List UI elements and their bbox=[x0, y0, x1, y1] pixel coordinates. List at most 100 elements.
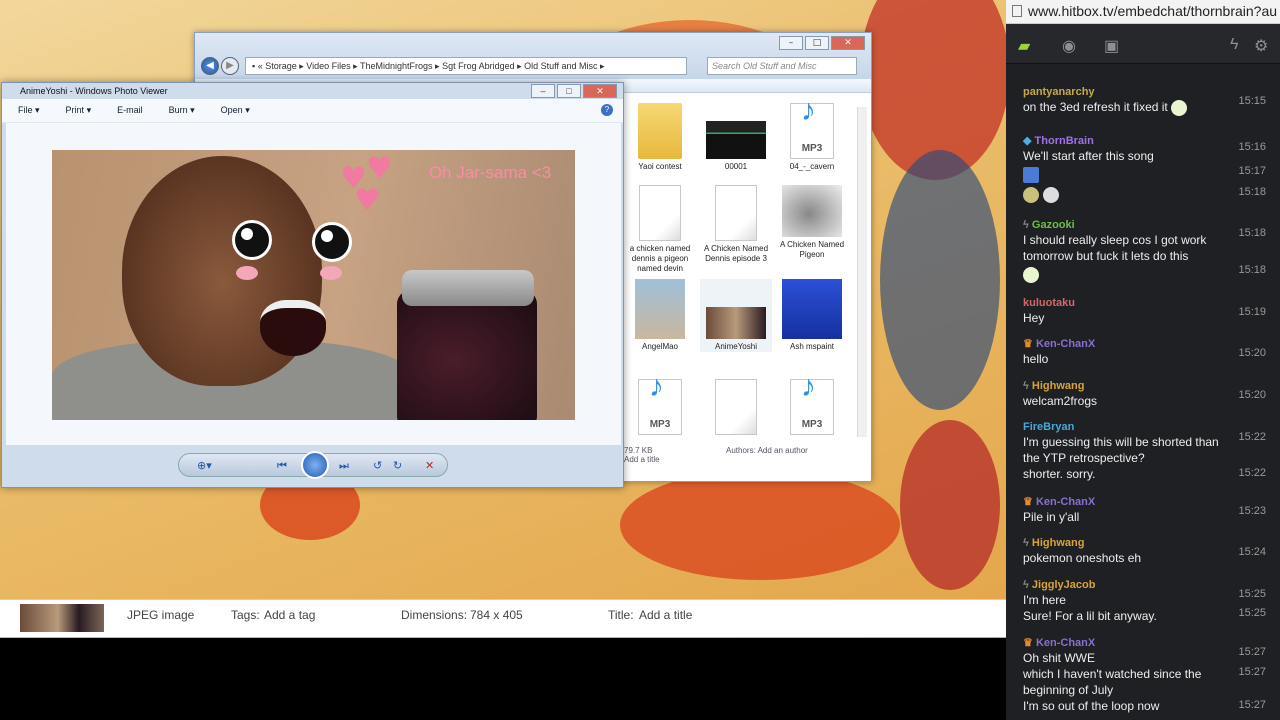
slideshow-button[interactable] bbox=[301, 451, 329, 479]
file-tile[interactable]: A Chicken Named Dennis episode 3 bbox=[700, 185, 772, 264]
title-field[interactable]: Add a title bbox=[639, 608, 692, 622]
mp3-file-icon: ♪ MP3 bbox=[790, 97, 834, 159]
chat-username[interactable]: ♛ Ken-ChanX bbox=[1023, 495, 1273, 509]
gear-icon[interactable]: ⚙ bbox=[1254, 36, 1268, 56]
chat-time: 15:27 bbox=[1238, 699, 1266, 711]
file-title-field[interactable]: Add a title bbox=[624, 455, 660, 464]
chat-time: 15:27 bbox=[1238, 646, 1266, 658]
zoom-icon[interactable]: ⊕▾ bbox=[197, 459, 212, 472]
lightning-icon: ϟ bbox=[1023, 537, 1029, 549]
lightning-icon: ϟ bbox=[1023, 219, 1029, 231]
file-tile[interactable]: Ash mspaint bbox=[776, 279, 848, 352]
lightning-icon: ϟ bbox=[1023, 579, 1029, 591]
breadcrumb-old-stuff[interactable]: Old Stuff and Misc bbox=[524, 61, 597, 71]
chat-text: pokemon oneshots eh bbox=[1023, 551, 1142, 565]
chat-time: 15:19 bbox=[1238, 306, 1266, 318]
minimize-icon[interactable]: – bbox=[779, 36, 803, 50]
menu-email[interactable]: E-mail bbox=[117, 105, 143, 116]
chat-username[interactable]: ♛ Ken-ChanX bbox=[1023, 337, 1273, 351]
tags-field[interactable]: Add a tag bbox=[264, 608, 315, 622]
file-tile[interactable]: Yaoi contest bbox=[624, 103, 696, 172]
file-tile[interactable]: ♪ MP3 bbox=[776, 372, 848, 437]
authors-field[interactable]: Add an author bbox=[758, 446, 808, 455]
close-icon[interactable]: ✕ bbox=[831, 36, 865, 50]
file-tile[interactable]: ♪ MP3 bbox=[624, 372, 696, 437]
menu-burn[interactable]: Burn ▾ bbox=[169, 105, 195, 116]
image-icon[interactable]: ▣ bbox=[1104, 36, 1119, 56]
file-type: JPEG image bbox=[127, 608, 195, 622]
rotate-left-icon[interactable]: ↺ bbox=[373, 459, 382, 472]
chat-username[interactable]: kuluotaku bbox=[1023, 296, 1273, 310]
maximize-icon[interactable]: □ bbox=[805, 36, 829, 50]
file-name: Ash mspaint bbox=[789, 342, 835, 351]
anime-eye-left bbox=[232, 220, 272, 260]
chat-username[interactable]: ϟ Gazooki bbox=[1023, 218, 1273, 232]
chat-message: kuluotaku Hey bbox=[1023, 296, 1273, 326]
help-icon[interactable]: ? bbox=[601, 104, 613, 116]
previous-icon[interactable]: ⏮ bbox=[277, 459, 287, 473]
minimize-icon[interactable]: – bbox=[531, 84, 555, 98]
breadcrumb-sgt-frog-abridged[interactable]: Sgt Frog Abridged bbox=[442, 61, 515, 71]
mp3-file-icon: ♪ MP3 bbox=[638, 372, 682, 435]
url-bar[interactable]: www.hitbox.tv/embedchat/thornbrain?au bbox=[1006, 0, 1280, 24]
image-thumbnail-icon bbox=[706, 307, 766, 339]
file-tile[interactable]: 00001 bbox=[700, 103, 772, 172]
file-tile[interactable] bbox=[700, 379, 772, 437]
file-tile[interactable]: A Chicken Named Pigeon bbox=[776, 185, 848, 260]
breadcrumb-themidnightfrogs[interactable]: TheMidnightFrogs bbox=[360, 61, 433, 71]
chat-username[interactable]: ϟ Highwang bbox=[1023, 379, 1273, 393]
chat-username[interactable]: ◆ ThornBrain bbox=[1023, 134, 1273, 148]
emote-icon bbox=[1023, 166, 1039, 183]
chat-time: 15:22 bbox=[1238, 431, 1266, 443]
image-thumbnail-icon bbox=[706, 121, 766, 159]
file-grid: Yaoi contest 00001 ♪ MP3 04_-_cavern a ch… bbox=[624, 97, 860, 437]
chat-text: Oh shit WWE bbox=[1023, 651, 1096, 665]
file-tile[interactable]: AnimeYoshi bbox=[700, 279, 772, 352]
chat-message: FireBryan I'm guessing this will be shor… bbox=[1023, 420, 1273, 482]
breadcrumb-video-files[interactable]: Video Files bbox=[306, 61, 350, 71]
chat-username[interactable]: ϟ JigglyJacob bbox=[1023, 578, 1273, 592]
chat-time: 15:25 bbox=[1238, 588, 1266, 600]
file-name: Yaoi contest bbox=[638, 162, 682, 171]
close-icon[interactable]: ✕ bbox=[583, 84, 617, 98]
next-icon[interactable]: ⏭ bbox=[339, 459, 349, 473]
blush-right bbox=[320, 266, 342, 280]
chat-username[interactable]: ϟ Highwang bbox=[1023, 536, 1273, 550]
address-bar[interactable]: ▪ « Storage ▸ Video Files ▸ TheMidnightF… bbox=[245, 57, 687, 75]
chat-username[interactable]: ♛ Ken-ChanX bbox=[1023, 636, 1273, 650]
menu-file[interactable]: File ▾ bbox=[18, 105, 40, 116]
explorer-authors: Authors: Add an author bbox=[726, 446, 808, 455]
emote-row bbox=[1023, 186, 1273, 204]
search-input[interactable]: Search Old Stuff and Misc bbox=[707, 57, 857, 75]
photo-viewer-window-controls: – □ ✕ bbox=[531, 84, 617, 98]
dimensions-label: Dimensions: bbox=[401, 608, 468, 622]
users-icon[interactable]: ◉ bbox=[1062, 36, 1076, 56]
chat-text: on the 3ed refresh it fixed it bbox=[1023, 99, 1273, 116]
back-arrow-icon[interactable]: ◀ bbox=[201, 57, 219, 75]
chat-time: 15:20 bbox=[1238, 389, 1266, 401]
chat-message: ϟ Highwang pokemon oneshots eh bbox=[1023, 536, 1273, 566]
breadcrumb-storage[interactable]: Storage bbox=[265, 61, 297, 71]
delete-icon[interactable]: ✕ bbox=[425, 459, 434, 472]
chat-text: We'll start after this song bbox=[1023, 149, 1154, 163]
lightning-icon[interactable]: ϟ bbox=[1230, 36, 1238, 54]
menu-open[interactable]: Open ▾ bbox=[221, 105, 250, 116]
file-tile[interactable]: a chicken named dennis a pigeon named de… bbox=[624, 185, 696, 274]
file-name: 04_-_cavern bbox=[789, 162, 835, 171]
chat-username[interactable]: FireBryan bbox=[1023, 420, 1273, 434]
file-name: AngelMao bbox=[641, 342, 679, 351]
file-tile[interactable]: ♪ MP3 04_-_cavern bbox=[776, 97, 848, 172]
anime-eye-right bbox=[312, 222, 352, 262]
forward-arrow-icon[interactable]: ▶ bbox=[221, 57, 239, 75]
chat-text: Pile in y'all bbox=[1023, 510, 1080, 524]
chat-message: ♛ Ken-ChanX Oh shit WWE which I haven't … bbox=[1023, 636, 1273, 714]
maximize-icon[interactable]: □ bbox=[557, 84, 581, 98]
chat-username[interactable]: pantyanarchy bbox=[1023, 85, 1273, 99]
chat-text: I'm guessing this will be shorted than t… bbox=[1023, 435, 1219, 465]
chat-time: 15:18 bbox=[1238, 227, 1266, 239]
heart-icon: ♥ bbox=[366, 151, 393, 186]
chat-bubble-icon[interactable]: ▰ bbox=[1018, 36, 1030, 56]
file-tile[interactable]: AngelMao bbox=[624, 279, 696, 352]
rotate-right-icon[interactable]: ↻ bbox=[393, 459, 402, 472]
menu-print[interactable]: Print ▾ bbox=[66, 105, 92, 116]
